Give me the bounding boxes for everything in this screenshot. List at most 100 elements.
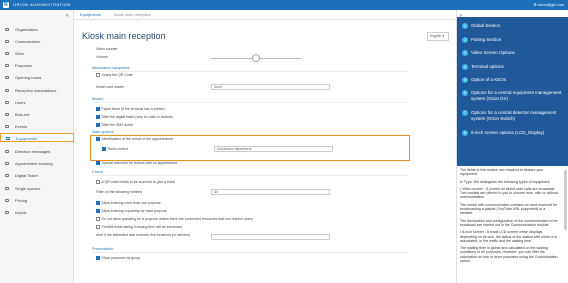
checkbox[interactable]: [96, 256, 100, 260]
menu-item-icon: [5, 52, 9, 55]
checkbox[interactable]: [96, 115, 100, 119]
checkbox[interactable]: [96, 225, 100, 229]
help-item-label: Terminal options: [471, 64, 504, 69]
sidebar-item[interactable]: Sites: [0, 49, 74, 58]
alert-threshold-input[interactable]: [211, 234, 330, 240]
menu-item-icon: [5, 113, 9, 116]
help-paragraph: The fields in this section are required …: [460, 168, 544, 177]
help-item-label: Video Screen Options: [471, 50, 515, 55]
sidebar-item[interactable]: Equipments: [0, 133, 74, 142]
volume-slider-handle[interactable]: [252, 54, 260, 62]
sidebar-item-label: Users: [15, 100, 26, 105]
top-bar: R ORION ADMINISTRATION ⚙ orion@gd.com: [0, 0, 568, 10]
check-qr-label: A QR code needs to be scanned to give a …: [101, 180, 176, 184]
sidebar-item[interactable]: Direction messages: [0, 147, 74, 156]
allow-more-checkbox[interactable]: Allow entering more than one purpose: [96, 201, 161, 206]
menu-item-icon: [5, 199, 9, 202]
sidebar-item[interactable]: Opening hours: [0, 73, 74, 82]
sidebar-item[interactable]: Appointment booking: [0, 159, 74, 168]
breadcrumb-equipments[interactable]: Equipments: [80, 10, 101, 20]
special-welcome-checkbox[interactable]: Special welcome for visitors with an app…: [96, 161, 177, 166]
checkbox[interactable]: [96, 137, 100, 141]
sidebar-item-label: Bots.ext: [15, 112, 30, 117]
sidebar-item[interactable]: Organization: [0, 25, 74, 34]
checkbox[interactable]: [96, 73, 100, 77]
filter-select[interactable]: All: [211, 189, 330, 195]
help-item-number: 5: [462, 77, 468, 83]
help-paragraph: The declaration and configuration of the…: [460, 218, 558, 227]
sidebar-item-label: Organization: [15, 27, 38, 32]
identification-checkbox[interactable]: Identification of the arrival of the app…: [96, 137, 173, 142]
smart-card-select[interactable]: None: [211, 84, 330, 90]
language-select[interactable]: English ▾: [427, 32, 449, 41]
section-presentation: Presentation: [92, 247, 114, 251]
checkbox[interactable]: [96, 217, 100, 221]
allow-quantity-checkbox[interactable]: Allow entering a quantity for each purpo…: [96, 209, 167, 214]
user-menu[interactable]: ⚙ orion@gd.com: [533, 2, 564, 8]
checkbox[interactable]: [96, 180, 100, 184]
sidebar-item[interactable]: Pricing: [0, 196, 74, 205]
radio-control-checkbox[interactable]: Radio control: [102, 147, 128, 152]
sidebar-item-label: Purposes: [15, 63, 32, 68]
no-allow-label: Do not allow queueing for a purpose unle…: [101, 217, 253, 221]
show-purposes-checkbox[interactable]: Show purposes by group: [96, 256, 140, 261]
collapse-sidebar-icon[interactable]: «: [66, 13, 69, 19]
menu-item-icon: [5, 64, 9, 67]
filter-value: All: [214, 190, 218, 194]
menu-item-icon: [5, 28, 9, 31]
sidebar-item[interactable]: Events: [0, 122, 74, 131]
help-item-label: Global Section: [471, 23, 501, 28]
identification-label: Identification of the arrival of the app…: [101, 137, 174, 141]
help-item-number: 2: [462, 37, 468, 43]
help-item-label: Options for a central detector managemen…: [471, 110, 557, 121]
menu-item-icon: [5, 211, 9, 214]
radio-control-select[interactable]: Admissions department: [214, 146, 333, 152]
checkbox[interactable]: [96, 107, 100, 111]
checkbox[interactable]: [102, 147, 106, 151]
app-logo[interactable]: R: [3, 2, 9, 8]
sidebar-item-label: Events: [15, 124, 28, 129]
special-welcome-label: Special welcome for visitors with an app…: [101, 161, 177, 165]
mode-checkbox[interactable]: Offer the SMS ticket: [96, 123, 133, 128]
sidebar-item[interactable]: Purposes: [0, 61, 74, 70]
video-counter-label: Video counter: [96, 47, 118, 51]
mode-checkbox[interactable]: Offer the digital ticket (only for walk-…: [96, 115, 173, 120]
allow-more-label: Allow entering more than one purpose: [101, 201, 161, 205]
mode-checkbox[interactable]: Paper ticket (if the terminal has a prin…: [96, 107, 165, 112]
page-title: Kiosk main reception: [82, 31, 166, 41]
help-item-number: 7: [462, 110, 468, 116]
sidebar-item-label: Pricing: [15, 198, 28, 203]
sidebar-item[interactable]: Users: [0, 98, 74, 107]
mode-label: Paper ticket (if the terminal has a prin…: [101, 107, 165, 111]
sidebar-item-label: Import: [15, 210, 27, 215]
help-item-label: Options for a central equipment manageme…: [471, 90, 562, 101]
checkbox[interactable]: [96, 161, 100, 165]
checkbox[interactable]: [96, 201, 100, 205]
divider: [92, 175, 408, 176]
help-item-number: 1: [462, 23, 468, 29]
user-email[interactable]: orion@gd.com: [538, 2, 564, 7]
check-qr-checkbox[interactable]: A QR code needs to be scanned to give a …: [96, 180, 175, 185]
help-scrollbar[interactable]: [564, 170, 567, 230]
sidebar-item-label: Single queues: [15, 186, 41, 191]
sidebar-item[interactable]: Customization: [0, 37, 74, 46]
scan-qr-checkbox[interactable]: Scans the QR Code: [96, 73, 133, 78]
sidebar-item[interactable]: Import: [0, 208, 74, 217]
sidebar-item[interactable]: Digital Ticket: [0, 171, 74, 180]
help-item-number: 3: [462, 50, 468, 56]
no-allow-checkbox[interactable]: Do not allow queueing for a purpose unle…: [96, 217, 252, 222]
sidebar-item[interactable]: Bots.ext: [0, 110, 74, 119]
prohibit-label: Prohibit ticket taking if closing time w…: [101, 225, 182, 229]
sidebar-item[interactable]: Single queues: [0, 184, 74, 193]
breadcrumb: Equipments Kiosk main reception: [74, 10, 455, 20]
language-value: English: [430, 34, 442, 38]
help-item-number: 4: [462, 64, 468, 70]
sidebar-item[interactable]: Reception workstations: [0, 86, 74, 95]
help-panel: » 1 Global Section 2 Pairing Section 3 Video …: [456, 10, 568, 283]
sidebar-item-label: Direction messages: [15, 149, 51, 154]
help-nav: 1 Global Section 2 Pairing Section 3 Video Sc…: [457, 17, 568, 166]
checkbox[interactable]: [96, 209, 100, 213]
prohibit-checkbox[interactable]: Prohibit ticket taking if closing time w…: [96, 225, 182, 230]
show-purposes-label: Show purposes by group: [101, 256, 141, 260]
checkbox[interactable]: [96, 123, 100, 127]
